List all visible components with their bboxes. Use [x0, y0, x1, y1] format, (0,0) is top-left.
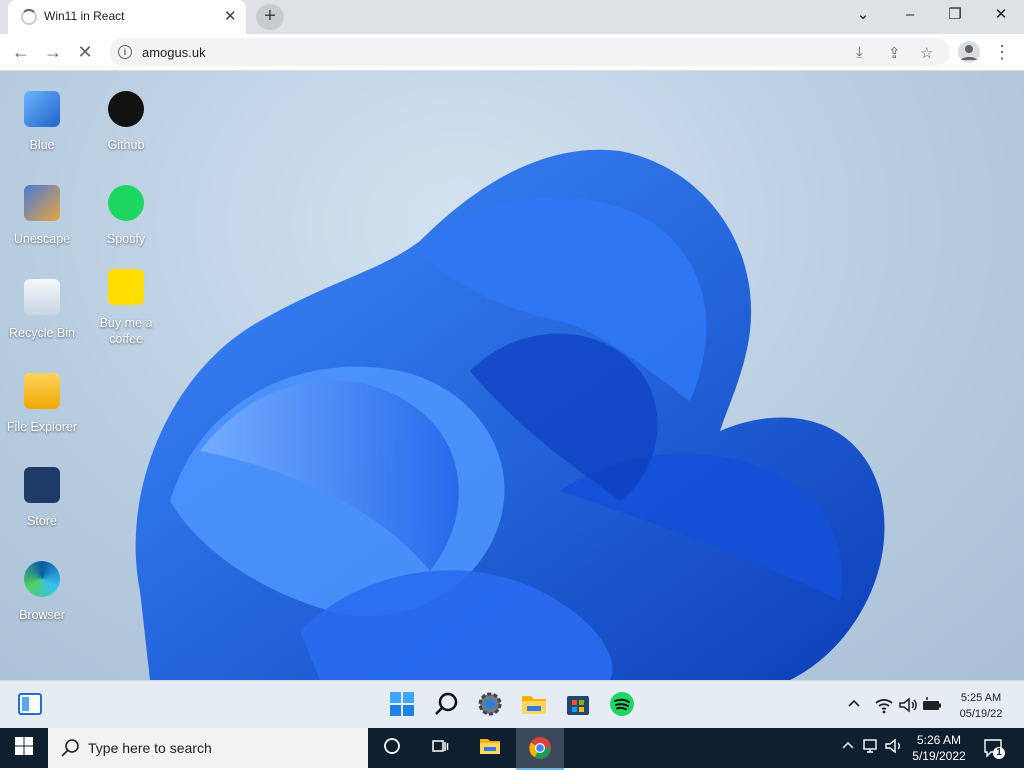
- battery-icon[interactable]: [921, 695, 943, 715]
- bookmark-star-icon[interactable]: ☆: [920, 44, 933, 62]
- address-bar[interactable]: i amogus.uk ⤓ ⇪ ☆: [110, 38, 950, 66]
- wifi-icon[interactable]: [874, 695, 894, 715]
- action-center-icon[interactable]: 1: [982, 736, 1006, 760]
- back-button[interactable]: ←: [9, 40, 33, 64]
- browser-toolbar: ← → ✕ i amogus.uk ⤓ ⇪ ☆ ⋮: [0, 34, 1024, 71]
- chrome-menu-icon[interactable]: ⋮: [990, 40, 1014, 64]
- desktop-icon-browser[interactable]: Browser: [0, 561, 84, 623]
- win11-taskbar: 5:25 AM 05/19/22: [0, 680, 1024, 729]
- win11-date: 05/19/22: [959, 708, 1003, 720]
- search-icon[interactable]: [433, 691, 461, 719]
- host-taskbar: Type here to search 5:26 AM 5/19/2022 1: [0, 728, 1024, 770]
- tab-title: Win11 in React: [44, 9, 125, 23]
- win11-clock[interactable]: 5:25 AM 05/19/22: [946, 690, 1016, 722]
- desktop-icon-label: Buy me a coffee: [99, 316, 153, 346]
- loading-spinner-icon: [21, 9, 37, 25]
- network-icon[interactable]: [859, 736, 883, 760]
- settings-icon[interactable]: [477, 691, 505, 719]
- tab-strip: Win11 in React ✕ + ⌄ – ❐ ✕: [0, 0, 1024, 34]
- desktop-icon-blue[interactable]: Blue: [0, 91, 84, 153]
- blue-computer-icon: [24, 91, 60, 127]
- chevron-up-icon[interactable]: [846, 695, 864, 713]
- start-icon[interactable]: [389, 691, 417, 719]
- edge-icon: [24, 561, 60, 597]
- magnifier-icon: [60, 738, 80, 763]
- site-info-icon[interactable]: i: [118, 45, 132, 59]
- host-file-explorer-icon[interactable]: [478, 736, 502, 760]
- desktop-icon-file-explorer[interactable]: File Explorer: [0, 373, 84, 435]
- browser-tab[interactable]: Win11 in React ✕: [8, 0, 246, 34]
- restore-button[interactable]: ❐: [935, 4, 975, 28]
- bloom-wallpaper: [135, 149, 885, 680]
- task-view-icon[interactable]: [428, 736, 452, 760]
- cortana-icon[interactable]: [380, 736, 404, 760]
- github-icon: [108, 91, 144, 127]
- desktop-icon-label: Recycle Bin: [9, 326, 75, 340]
- desktop-icon-label: File Explorer: [6, 420, 78, 434]
- coffee-cup-icon: [108, 269, 144, 305]
- store-icon: [24, 467, 60, 503]
- folder-icon: [24, 373, 60, 409]
- search-placeholder: Type here to search: [88, 740, 212, 756]
- volume-icon[interactable]: [898, 695, 918, 715]
- stop-loading-button[interactable]: ✕: [73, 40, 97, 64]
- host-time: 5:26 AM: [916, 733, 962, 747]
- desktop-icon-spotify[interactable]: Spotify: [84, 185, 168, 247]
- profile-icon[interactable]: [957, 40, 981, 64]
- host-volume-icon[interactable]: [882, 736, 906, 760]
- win11-time: 5:25 AM: [960, 692, 1002, 704]
- desktop-icon-label: Github: [107, 138, 145, 152]
- desktop-icon-label: Blue: [29, 138, 55, 152]
- host-chevron-up-icon[interactable]: [836, 736, 860, 760]
- tab-close-icon[interactable]: ✕: [224, 7, 237, 25]
- unescape-icon: [24, 185, 60, 221]
- desktop-icon-label: Browser: [19, 608, 65, 622]
- share-icon[interactable]: ⇪: [888, 44, 901, 62]
- windows-start-icon[interactable]: [12, 736, 36, 760]
- url-text[interactable]: amogus.uk: [142, 45, 206, 60]
- host-search-box[interactable]: Type here to search: [48, 728, 368, 768]
- desktop-icon-recycle-bin[interactable]: Recycle Bin: [0, 279, 84, 341]
- recycle-bin-icon: [24, 279, 60, 315]
- close-window-button[interactable]: ✕: [981, 4, 1021, 28]
- host-date: 5/19/2022: [912, 749, 966, 763]
- forward-button[interactable]: →: [41, 40, 65, 64]
- chrome-icon: [529, 737, 551, 759]
- spotify-icon[interactable]: [609, 691, 637, 719]
- minimize-button[interactable]: –: [890, 4, 930, 28]
- desktop-icon-store[interactable]: Store: [0, 467, 84, 529]
- desktop-icon-label: Store: [27, 514, 57, 528]
- desktop-icon-unescape[interactable]: Unescape: [0, 185, 84, 247]
- desktop-icon-label: Spotify: [106, 232, 146, 246]
- spotify-icon: [108, 185, 144, 221]
- new-tab-button[interactable]: +: [256, 4, 284, 30]
- desktop-icon-label: Unescape: [13, 232, 71, 246]
- desktop-icon-github[interactable]: Github: [84, 91, 168, 153]
- notification-count: 1: [996, 747, 1002, 758]
- host-chrome-taskbar-button[interactable]: [516, 728, 564, 770]
- widgets-icon[interactable]: [17, 691, 45, 719]
- tab-search-chevron-icon[interactable]: ⌄: [843, 4, 883, 28]
- win11-desktop[interactable]: Blue Github Unescape Spotify Recycle Bin…: [0, 71, 1024, 680]
- store-icon[interactable]: [565, 691, 593, 719]
- host-clock[interactable]: 5:26 AM 5/19/2022: [904, 732, 974, 764]
- install-app-icon[interactable]: ⤓: [856, 44, 863, 61]
- file-explorer-icon[interactable]: [521, 691, 549, 719]
- desktop-icon-buy-me-a-coffee[interactable]: Buy me a coffee: [84, 269, 168, 347]
